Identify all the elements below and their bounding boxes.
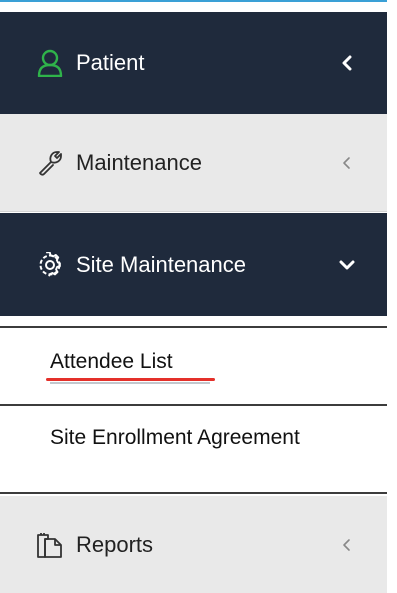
sidebar-item-label: Site Maintenance — [76, 251, 246, 277]
chevron-left-icon[interactable] — [337, 53, 357, 73]
chevron-left-icon[interactable] — [337, 535, 357, 555]
user-icon — [36, 49, 64, 77]
divider — [0, 326, 387, 328]
divider — [0, 492, 387, 494]
gear-icon — [36, 251, 64, 279]
top-accent-line — [0, 0, 387, 2]
sidebar-menu: Patient Maintenance Site Maintenance Att… — [0, 0, 387, 593]
sidebar-item-site-maintenance[interactable]: Site Maintenance — [0, 213, 387, 316]
active-underline — [46, 378, 215, 381]
chevron-left-icon[interactable] — [337, 153, 357, 173]
sidebar-item-patient[interactable]: Patient — [0, 12, 387, 114]
active-underline-shadow — [50, 382, 210, 384]
chevron-down-icon[interactable] — [337, 255, 357, 275]
sidebar-item-reports[interactable]: Reports — [0, 496, 387, 593]
documents-icon — [36, 531, 64, 559]
sidebar-item-label: Patient — [76, 50, 145, 75]
submenu-item-attendee-list[interactable]: Attendee List — [50, 350, 173, 374]
sidebar-item-maintenance[interactable]: Maintenance — [0, 114, 387, 212]
sidebar-item-label: Maintenance — [76, 149, 202, 175]
sidebar-item-label: Reports — [76, 531, 154, 557]
submenu-item-site-enrollment-agreement[interactable]: Site Enrollment Agreement — [50, 426, 300, 450]
wrench-icon — [36, 149, 64, 177]
site-maintenance-submenu: Attendee List Site Enrollment Agreement — [0, 316, 387, 494]
divider — [0, 404, 387, 406]
